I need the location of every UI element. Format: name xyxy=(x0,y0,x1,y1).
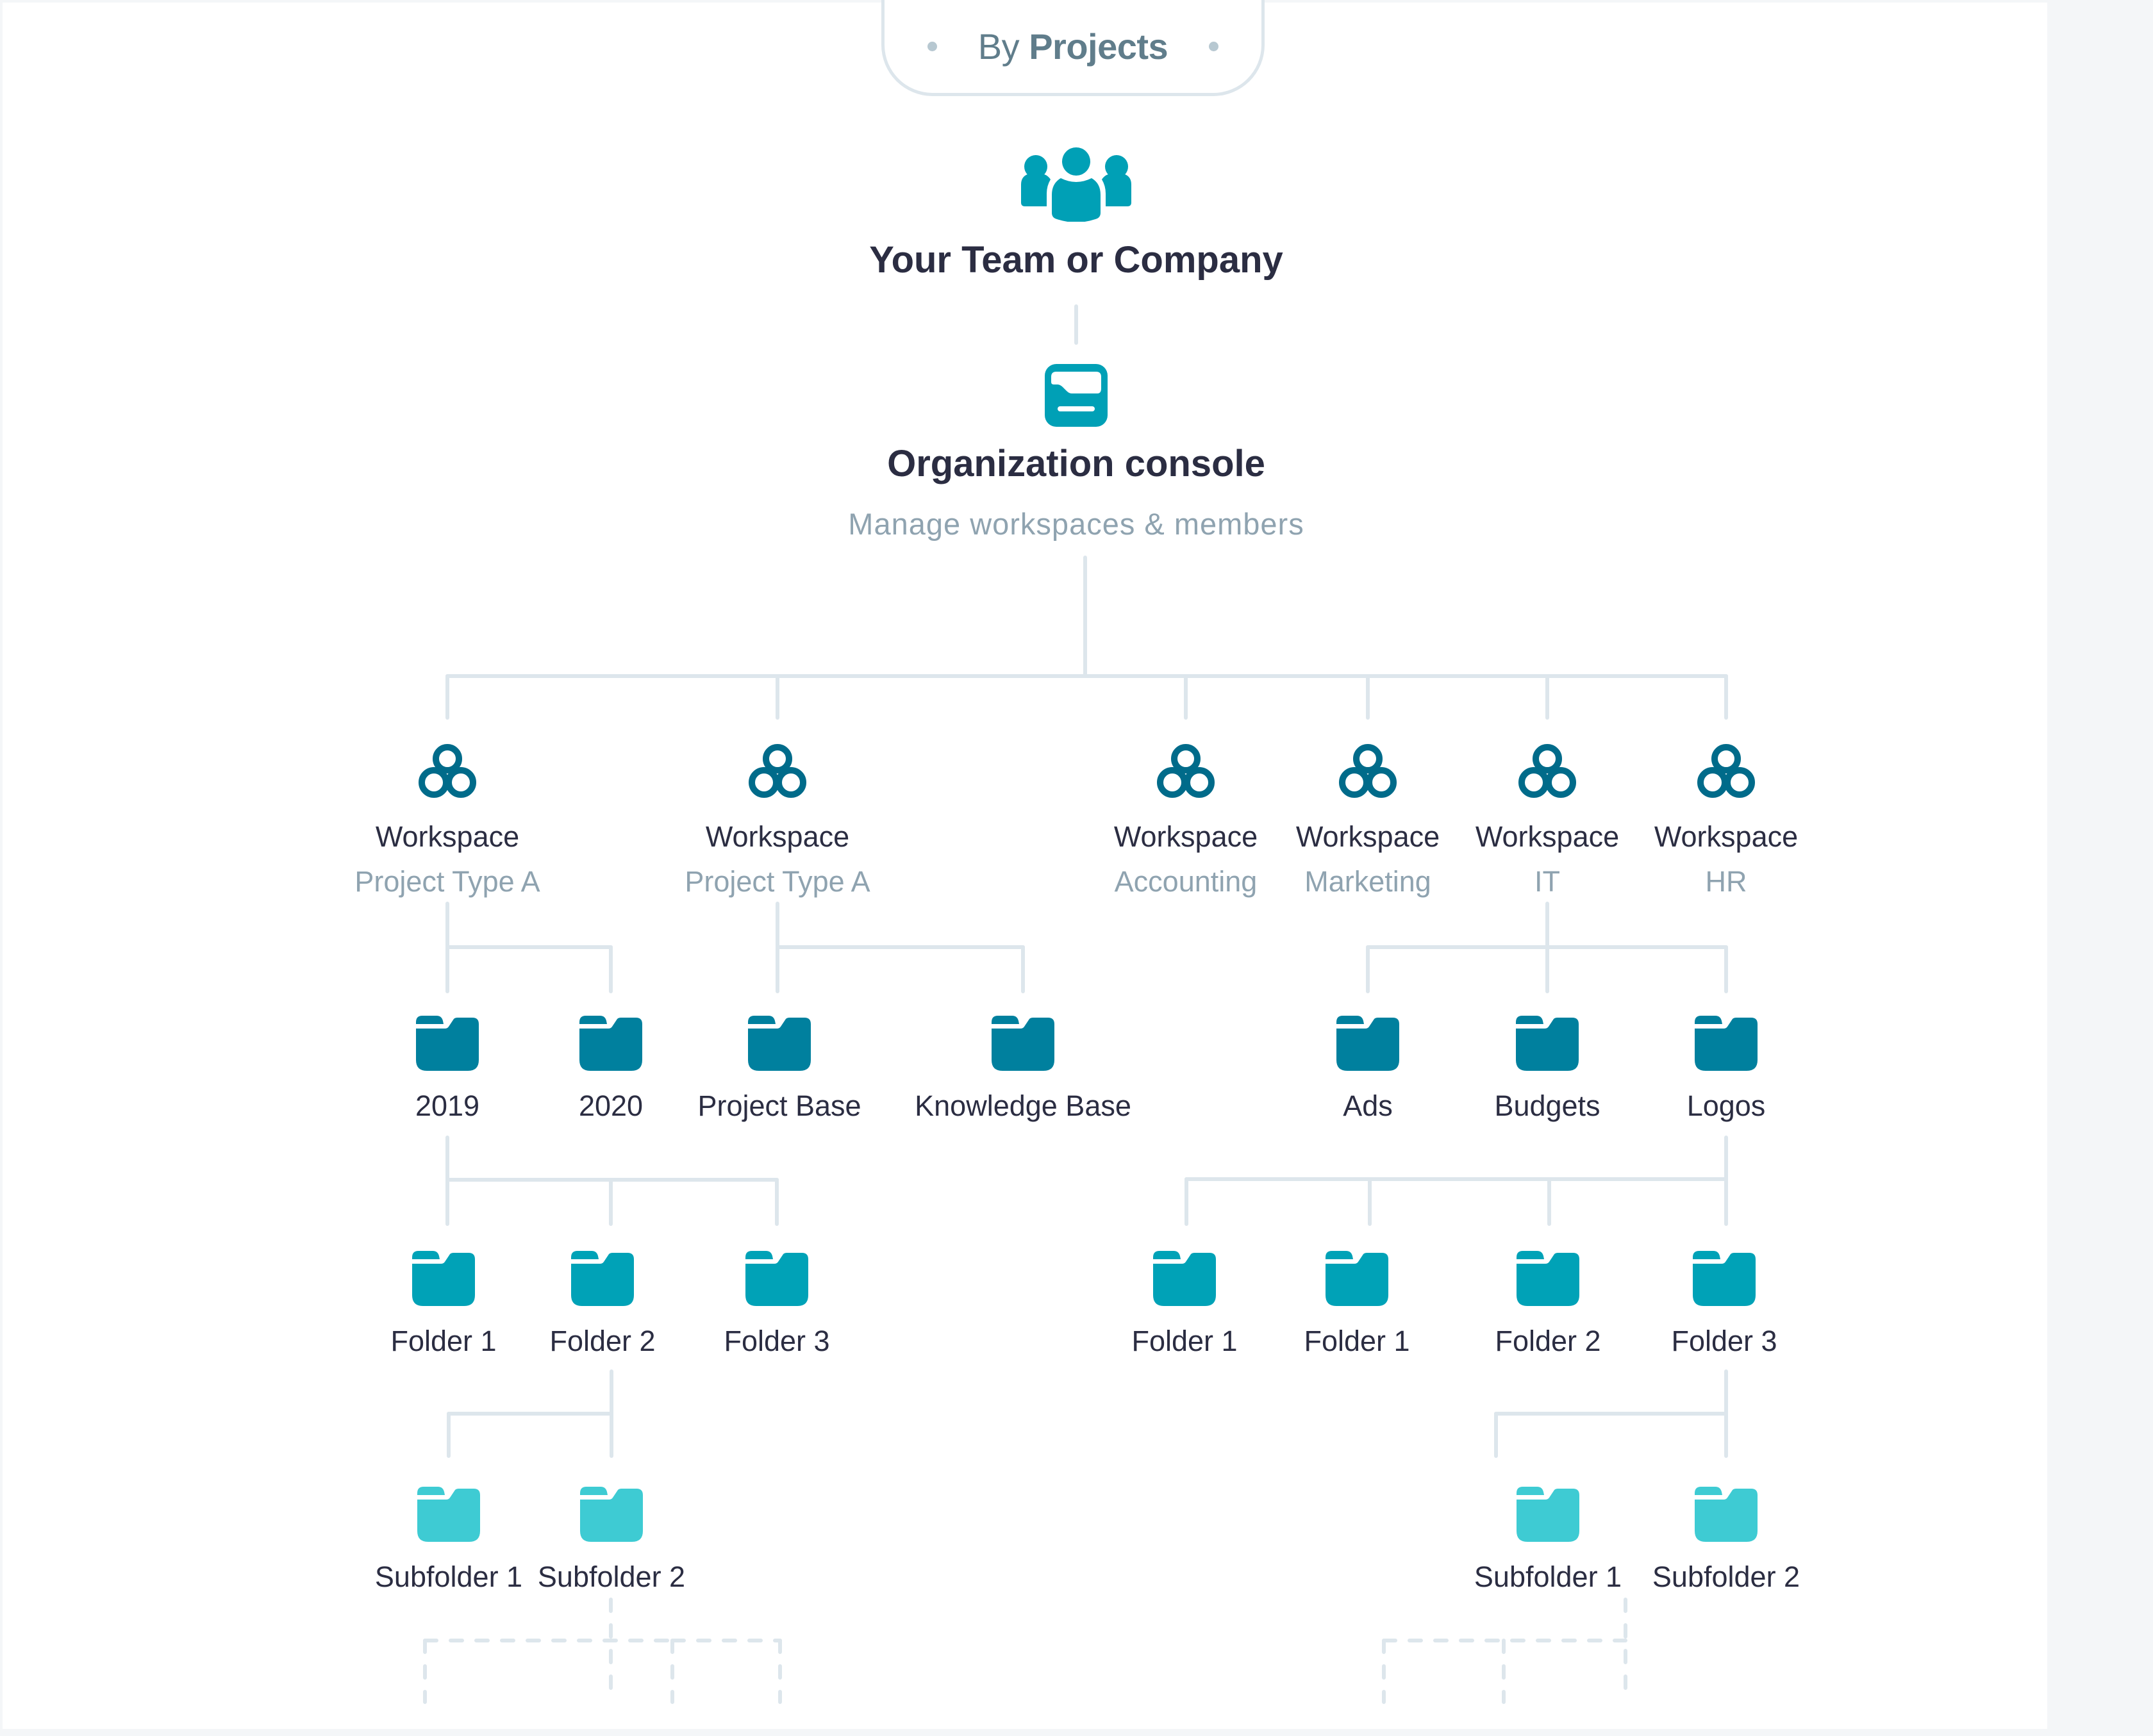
workspace-type: Project Type A xyxy=(685,865,870,898)
folder-label[interactable]: Budgets xyxy=(1494,1089,1600,1123)
folder-icon[interactable] xyxy=(579,1016,642,1074)
organization-console-icon xyxy=(1045,364,1108,430)
folder-label[interactable]: Folder 3 xyxy=(1671,1325,1777,1358)
tab-label: By Projects xyxy=(977,26,1168,67)
workspace-label[interactable]: Workspace xyxy=(706,820,849,854)
folder-icon[interactable] xyxy=(571,1251,634,1309)
workspace-label[interactable]: Workspace xyxy=(376,820,519,854)
folder-icon[interactable] xyxy=(580,1487,643,1545)
folder-icon[interactable] xyxy=(1516,1016,1579,1074)
view-tab-by-projects[interactable]: By Projects xyxy=(881,0,1265,96)
folder-icon[interactable] xyxy=(412,1251,475,1309)
folder-icon[interactable] xyxy=(745,1251,808,1309)
workspace-label[interactable]: Workspace xyxy=(1476,820,1619,854)
folder-label[interactable]: Folder 2 xyxy=(1495,1325,1600,1358)
workspace-icon xyxy=(1518,743,1577,802)
folder-icon[interactable] xyxy=(1693,1251,1756,1309)
folder-label[interactable]: 2020 xyxy=(579,1089,643,1123)
folder-label[interactable]: Subfolder 1 xyxy=(1474,1560,1622,1594)
folder-icon[interactable] xyxy=(416,1016,479,1074)
folder-label[interactable]: Knowledge Base xyxy=(915,1089,1131,1123)
workspace-type: IT xyxy=(1534,865,1560,898)
team-icon xyxy=(1020,147,1133,225)
folder-label[interactable]: Folder 1 xyxy=(1131,1325,1237,1358)
folder-label[interactable]: Subfolder 1 xyxy=(375,1560,522,1594)
folder-icon[interactable] xyxy=(748,1016,811,1074)
folder-icon[interactable] xyxy=(1336,1016,1399,1074)
folder-label[interactable]: Folder 2 xyxy=(549,1325,655,1358)
folder-label[interactable]: Folder 1 xyxy=(1304,1325,1409,1358)
workspace-type: Accounting xyxy=(1114,865,1258,898)
folder-icon[interactable] xyxy=(1517,1251,1579,1309)
folder-label[interactable]: Ads xyxy=(1343,1089,1393,1123)
tab-dot-right xyxy=(1209,42,1219,51)
workspace-icon xyxy=(1156,743,1215,802)
workspace-icon xyxy=(748,743,807,802)
folder-icon[interactable] xyxy=(1695,1016,1758,1074)
root-title: Your Team or Company xyxy=(869,239,1283,281)
folder-label[interactable]: Subfolder 2 xyxy=(538,1560,685,1594)
console-subtitle: Manage workspaces & members xyxy=(848,507,1304,541)
workspace-icon xyxy=(418,743,477,802)
workspace-label[interactable]: Workspace xyxy=(1654,820,1798,854)
workspace-label[interactable]: Workspace xyxy=(1296,820,1440,854)
folder-label[interactable]: Folder 3 xyxy=(724,1325,829,1358)
folder-icon[interactable] xyxy=(1517,1487,1579,1545)
workspace-type: Marketing xyxy=(1304,865,1431,898)
folder-label[interactable]: 2019 xyxy=(415,1089,479,1123)
workspace-label[interactable]: Workspace xyxy=(1114,820,1258,854)
folder-label[interactable]: Folder 1 xyxy=(390,1325,496,1358)
folder-label[interactable]: Project Base xyxy=(697,1089,861,1123)
folder-icon[interactable] xyxy=(1695,1487,1758,1545)
workspace-icon xyxy=(1697,743,1756,802)
tab-dot-left xyxy=(927,42,937,51)
console-title: Organization console xyxy=(887,443,1265,484)
folder-icon[interactable] xyxy=(1326,1251,1388,1309)
folder-icon[interactable] xyxy=(417,1487,480,1545)
folder-label[interactable]: Subfolder 2 xyxy=(1652,1560,1800,1594)
workspace-type: Project Type A xyxy=(354,865,540,898)
folder-icon[interactable] xyxy=(992,1016,1054,1074)
workspace-icon xyxy=(1338,743,1397,802)
folder-icon[interactable] xyxy=(1153,1251,1216,1309)
workspace-type: HR xyxy=(1705,865,1747,898)
folder-label[interactable]: Logos xyxy=(1687,1089,1766,1123)
